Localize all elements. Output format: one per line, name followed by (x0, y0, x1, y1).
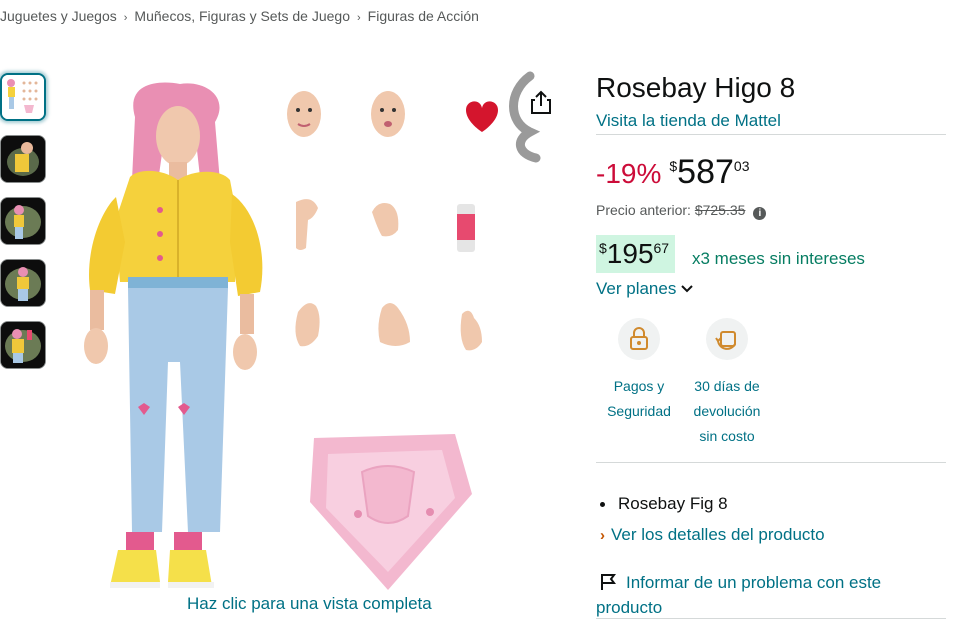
details-link-label: Ver los detalles del producto (611, 525, 825, 544)
accessory-hand-2 (372, 203, 399, 237)
secure-payment-icon (618, 318, 660, 360)
breadcrumb-item-munecos[interactable]: Muñecos, Figuras y Sets de Juego (134, 8, 350, 24)
installment-text: x3 meses sin intereses (692, 249, 865, 268)
feature-returns[interactable]: 30 días de devolución sin costo (686, 318, 768, 449)
price-fraction: 03 (733, 158, 750, 174)
return-icon (706, 318, 748, 360)
installment-price-badge: $ 195 67 (596, 235, 676, 273)
accessory-hand-5 (460, 310, 482, 351)
thumbnail-4[interactable] (0, 259, 46, 307)
previous-price: Precio anterior: $725.35 i (596, 202, 767, 220)
store-link[interactable]: Visita la tienda de Mattel (596, 111, 781, 131)
share-button[interactable] (526, 88, 556, 118)
report-problem-label: Informar de un problema con este product… (596, 573, 882, 617)
breadcrumb-item-figuras[interactable]: Figuras de Acción (368, 8, 479, 24)
feature-line: Pagos y (613, 378, 665, 394)
report-problem-link[interactable]: Informar de un problema con este product… (596, 570, 916, 620)
accessory-hand-3 (295, 303, 320, 347)
current-price: $ 587 03 (669, 152, 749, 192)
accessory-hand-1 (296, 199, 318, 250)
view-plans-link[interactable]: Ver planes (596, 279, 694, 299)
accessory-can (457, 204, 475, 252)
installment-fraction: 67 (653, 240, 670, 256)
accessory-hand-4 (378, 303, 410, 346)
installment-symbol: $ (599, 240, 607, 256)
feature-line: sin costo (699, 428, 755, 444)
flag-icon (601, 574, 616, 590)
thumbnail-3[interactable] (0, 197, 46, 245)
thumbnail-strip (0, 73, 48, 383)
breadcrumb-separator: › (356, 12, 361, 24)
thumbnail-2[interactable] (0, 135, 46, 183)
display-stand (310, 434, 472, 590)
breadcrumb-item-juguetes[interactable]: Juguetes y Juegos (0, 8, 117, 24)
thumbnail-5[interactable] (0, 321, 46, 369)
price-block: -19% $ 587 03 (596, 152, 749, 192)
product-bullet: Rosebay Fig 8 (600, 494, 728, 514)
previous-price-value: $725.35 (694, 202, 746, 218)
breadcrumb: Juguetes y Juegos › Muñecos, Figuras y Set… (0, 8, 479, 24)
discount-percentage: -19% (596, 158, 662, 189)
price-symbol: $ (669, 158, 678, 174)
accessory-face-2 (371, 91, 405, 137)
view-full-image-link[interactable]: Haz clic para una vista completa (187, 594, 432, 614)
action-figure (84, 82, 263, 588)
feature-line: Seguridad (607, 403, 671, 419)
feature-line: devolución (693, 403, 761, 419)
accessory-heart (466, 101, 498, 132)
divider (596, 462, 946, 463)
feature-secure-payment[interactable]: Pagos y Seguridad (600, 318, 678, 424)
bullet-text: Rosebay Fig 8 (618, 494, 728, 513)
chevron-down-icon (681, 285, 694, 293)
product-title: Rosebay Higo 8 (596, 72, 796, 103)
breadcrumb-separator: › (123, 12, 128, 24)
main-product-image[interactable] (70, 62, 570, 592)
divider (596, 134, 946, 135)
price-whole: 587 (677, 153, 734, 191)
share-icon (531, 90, 551, 114)
feature-line: 30 días de (694, 378, 760, 394)
installment-whole: 195 (606, 238, 654, 269)
view-plans-label: Ver planes (596, 279, 677, 298)
info-icon[interactable]: i (753, 207, 767, 220)
product-details-link[interactable]: › Ver los detalles del producto (600, 525, 825, 545)
thumbnail-1[interactable] (0, 73, 46, 121)
previous-price-label: Precio anterior: (596, 202, 691, 218)
accessory-face-1 (287, 91, 321, 137)
chevron-right-icon: › (600, 527, 605, 544)
